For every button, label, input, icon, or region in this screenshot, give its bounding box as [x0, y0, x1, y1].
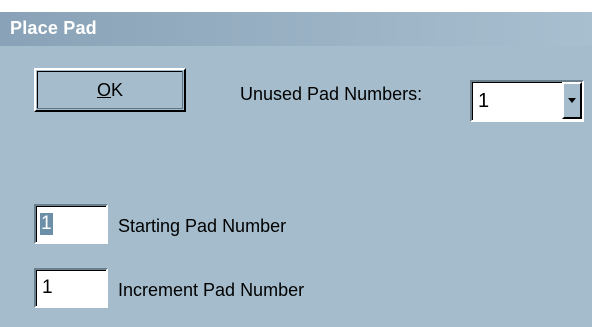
starting-pad-number-value: 1 — [40, 213, 53, 235]
increment-pad-number-label: Increment Pad Number — [118, 280, 305, 300]
place-pad-dialog: Place Pad OK Unused Pad Numbers: 1 1 Sta… — [0, 12, 594, 327]
top-strip — [0, 0, 594, 12]
starting-pad-number-label: Starting Pad Number — [118, 216, 287, 236]
ok-button-label: OK — [97, 80, 123, 101]
increment-pad-number-value: 1 — [42, 277, 53, 298]
title-bar[interactable]: Place Pad — [0, 12, 592, 46]
page: Place Pad OK Unused Pad Numbers: 1 1 Sta… — [0, 0, 594, 327]
increment-pad-number-input[interactable]: 1 — [34, 268, 108, 308]
chevron-down-icon — [568, 97, 576, 103]
ok-mnemonic: O — [96, 79, 111, 100]
window-title: Place Pad — [10, 18, 97, 38]
ok-button[interactable]: OK — [34, 68, 186, 112]
ok-label-rest: K — [111, 79, 124, 100]
dropdown-selected-value: 1 — [478, 90, 490, 112]
unused-pad-numbers-dropdown[interactable]: 1 — [470, 80, 584, 122]
unused-pad-numbers-label: Unused Pad Numbers: — [240, 84, 423, 104]
dropdown-arrow-button[interactable] — [562, 82, 582, 119]
starting-pad-number-input[interactable]: 1 — [34, 204, 108, 244]
